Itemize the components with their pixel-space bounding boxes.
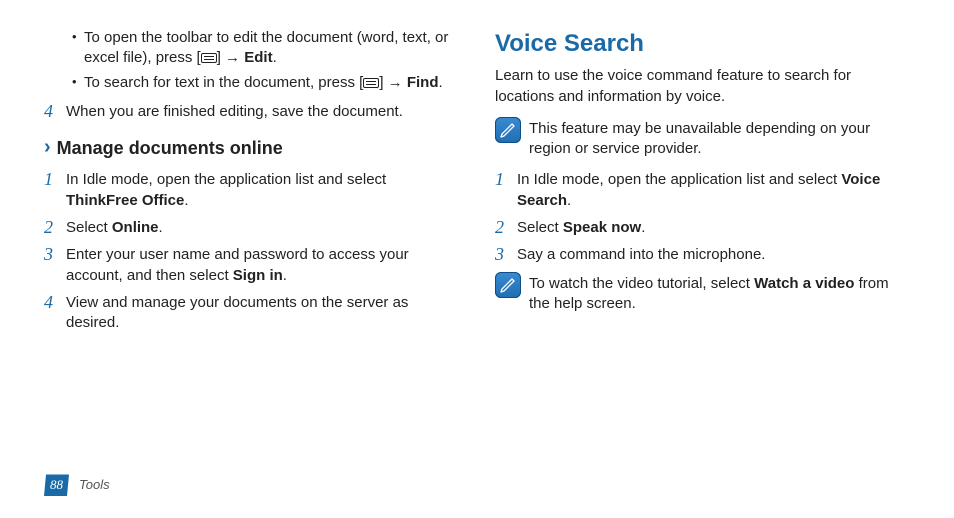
step: 3 Enter your user name and password to a… [44, 244, 459, 286]
step-text: When you are finished editing, save the … [66, 101, 459, 123]
right-column: Voice Search Learn to use the voice comm… [495, 28, 910, 339]
menu-icon [363, 78, 379, 88]
text: ] → [217, 49, 245, 66]
bold: Watch a video [754, 275, 854, 292]
note: To watch the video tutorial, select Watc… [495, 272, 910, 315]
step-number: 1 [44, 169, 66, 211]
step-number: 3 [44, 244, 66, 286]
bullet-text: To open the toolbar to edit the document… [84, 28, 459, 69]
step: 3 Say a command into the microphone. [495, 244, 910, 266]
note-text: To watch the video tutorial, select Watc… [529, 272, 910, 315]
step: 2 Select Online. [44, 217, 459, 239]
text: In Idle mode, open the application list … [66, 171, 386, 188]
page-number: 88 [44, 474, 69, 496]
bold: Online [112, 219, 159, 236]
text: To watch the video tutorial, select [529, 275, 754, 292]
text: . [438, 74, 442, 91]
bullet-item: • To search for text in the document, pr… [72, 73, 459, 93]
page-spread: • To open the toolbar to edit the docume… [0, 0, 954, 339]
bold: Find [407, 74, 439, 91]
step-number: 3 [495, 244, 517, 266]
text: . [283, 267, 287, 284]
text: View and manage your documents on the se… [66, 294, 408, 331]
chevron-icon: › [44, 134, 51, 161]
text: . [567, 192, 571, 209]
main-heading: Voice Search [495, 28, 910, 60]
bold: Edit [244, 49, 272, 66]
text: In Idle mode, open the application list … [517, 171, 841, 188]
step-4-top: 4 When you are finished editing, save th… [44, 101, 459, 123]
step-text: Say a command into the microphone. [517, 244, 910, 266]
step-number: 2 [44, 217, 66, 239]
step-text: In Idle mode, open the application list … [66, 169, 459, 211]
step: 4 View and manage your documents on the … [44, 292, 459, 334]
page-footer: 88 Tools [44, 474, 110, 496]
bullet-list: • To open the toolbar to edit the docume… [72, 28, 459, 93]
footer-section: Tools [79, 476, 110, 494]
subheading: › Manage documents online [44, 134, 459, 161]
step-text: In Idle mode, open the application list … [517, 169, 910, 211]
step-text: Select Speak now. [517, 217, 910, 239]
note-text: This feature may be unavailable dependin… [529, 117, 910, 160]
text: . [184, 192, 188, 209]
left-column: • To open the toolbar to edit the docume… [44, 28, 459, 339]
bold: ThinkFree Office [66, 192, 184, 209]
text: Select [517, 219, 563, 236]
note: This feature may be unavailable dependin… [495, 117, 910, 160]
text: Select [66, 219, 112, 236]
bullet-dot: • [72, 28, 84, 69]
step-text: View and manage your documents on the se… [66, 292, 459, 334]
bold: Speak now [563, 219, 641, 236]
text: . [273, 49, 277, 66]
bullet-dot: • [72, 73, 84, 93]
bullet-text: To search for text in the document, pres… [84, 73, 459, 93]
text: . [159, 219, 163, 236]
step-number: 1 [495, 169, 517, 211]
step-number: 2 [495, 217, 517, 239]
menu-icon [201, 53, 217, 63]
bullet-item: • To open the toolbar to edit the docume… [72, 28, 459, 69]
step-number: 4 [44, 101, 66, 123]
text: Say a command into the microphone. [517, 246, 765, 263]
note-icon [495, 272, 521, 298]
step: 2 Select Speak now. [495, 217, 910, 239]
text: ] → [379, 74, 407, 91]
note-icon [495, 117, 521, 143]
step-text: Enter your user name and password to acc… [66, 244, 459, 286]
intro-text: Learn to use the voice command feature t… [495, 66, 910, 107]
step: 1 In Idle mode, open the application lis… [495, 169, 910, 211]
step-number: 4 [44, 292, 66, 334]
text: . [641, 219, 645, 236]
text: To search for text in the document, pres… [84, 74, 363, 91]
step-text: Select Online. [66, 217, 459, 239]
subheading-text: Manage documents online [57, 136, 283, 160]
step: 1 In Idle mode, open the application lis… [44, 169, 459, 211]
bold: Sign in [233, 267, 283, 284]
